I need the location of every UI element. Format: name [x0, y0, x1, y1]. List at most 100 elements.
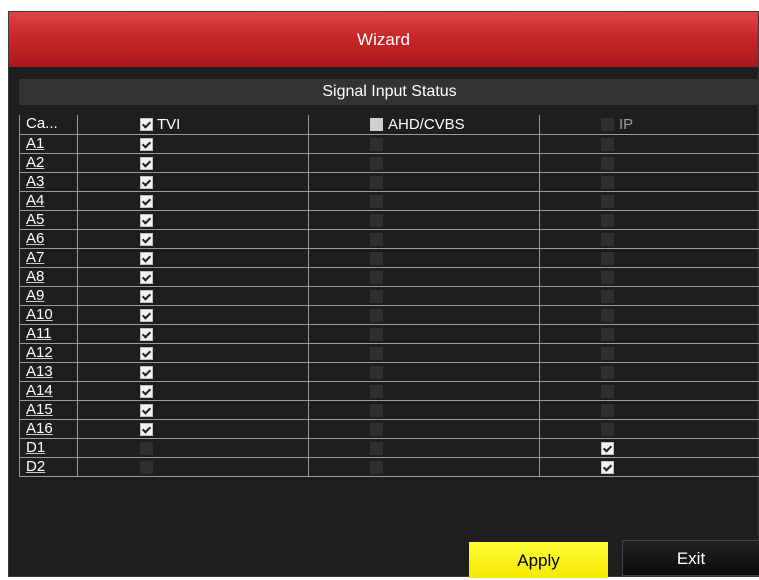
window-title: Wizard — [9, 12, 758, 67]
tvi-checkbox[interactable] — [140, 385, 153, 398]
table-row: A8 — [19, 268, 759, 287]
ip-checkbox[interactable] — [601, 157, 614, 170]
ahd-checkbox[interactable] — [370, 195, 383, 208]
ip-checkbox[interactable] — [601, 423, 614, 436]
ahd-checkbox[interactable] — [370, 404, 383, 417]
ip-cell — [539, 154, 759, 172]
tvi-cell — [77, 249, 308, 267]
table-row: A5 — [19, 211, 759, 230]
tvi-checkbox[interactable] — [140, 214, 153, 227]
section-title: Signal Input Status — [19, 79, 759, 105]
tvi-select-all-checkbox[interactable] — [140, 118, 153, 131]
ahd-checkbox[interactable] — [370, 214, 383, 227]
ahd-cell — [308, 401, 539, 419]
ahd-checkbox[interactable] — [370, 385, 383, 398]
ip-checkbox[interactable] — [601, 366, 614, 379]
ip-select-all-checkbox[interactable] — [601, 118, 614, 131]
ip-checkbox[interactable] — [601, 347, 614, 360]
ahd-checkbox[interactable] — [370, 233, 383, 246]
ip-checkbox[interactable] — [601, 138, 614, 151]
ip-checkbox[interactable] — [601, 214, 614, 227]
camera-label: A3 — [26, 173, 45, 190]
ahd-checkbox[interactable] — [370, 423, 383, 436]
tvi-checkbox[interactable] — [140, 176, 153, 189]
tvi-cell — [77, 268, 308, 286]
tvi-cell — [77, 325, 308, 343]
ip-checkbox[interactable] — [601, 233, 614, 246]
ahd-select-all-checkbox[interactable] — [370, 118, 383, 131]
tvi-cell — [77, 420, 308, 438]
ahd-checkbox[interactable] — [370, 290, 383, 303]
camera-cell: A3 — [19, 173, 77, 191]
ahd-cell — [308, 192, 539, 210]
ahd-cell — [308, 325, 539, 343]
ahd-checkbox[interactable] — [370, 157, 383, 170]
tvi-checkbox[interactable] — [140, 252, 153, 265]
tvi-checkbox[interactable] — [140, 461, 153, 474]
ahd-checkbox[interactable] — [370, 309, 383, 322]
camera-cell: A13 — [19, 363, 77, 381]
camera-label: A9 — [26, 287, 45, 304]
ip-cell — [539, 230, 759, 248]
tvi-checkbox[interactable] — [140, 138, 153, 151]
tvi-checkbox[interactable] — [140, 309, 153, 322]
ahd-cell — [308, 249, 539, 267]
tvi-checkbox[interactable] — [140, 366, 153, 379]
tvi-checkbox[interactable] — [140, 290, 153, 303]
ip-cell — [539, 325, 759, 343]
ip-checkbox[interactable] — [601, 290, 614, 303]
tvi-checkbox[interactable] — [140, 157, 153, 170]
tvi-checkbox[interactable] — [140, 423, 153, 436]
ahd-cell — [308, 173, 539, 191]
ip-checkbox[interactable] — [601, 195, 614, 208]
ip-checkbox[interactable] — [601, 271, 614, 284]
ahd-checkbox[interactable] — [370, 442, 383, 455]
ip-checkbox[interactable] — [601, 328, 614, 341]
ahd-checkbox[interactable] — [370, 271, 383, 284]
ip-checkbox[interactable] — [601, 252, 614, 265]
ahd-cell — [308, 287, 539, 305]
ahd-cell — [308, 230, 539, 248]
tvi-header-label: TVI — [157, 116, 181, 133]
camera-label: A16 — [26, 420, 53, 437]
camera-header[interactable]: Ca... — [19, 115, 77, 134]
exit-button[interactable]: Exit — [622, 540, 759, 576]
ahd-checkbox[interactable] — [370, 461, 383, 474]
ahd-cell — [308, 439, 539, 457]
camera-label: A15 — [26, 401, 53, 418]
ip-checkbox[interactable] — [601, 385, 614, 398]
ip-cell — [539, 363, 759, 381]
ip-checkbox[interactable] — [601, 176, 614, 189]
ip-cell — [539, 173, 759, 191]
tvi-checkbox[interactable] — [140, 271, 153, 284]
camera-cell: A8 — [19, 268, 77, 286]
table-row: A14 — [19, 382, 759, 401]
camera-label: A5 — [26, 211, 45, 228]
ip-cell — [539, 249, 759, 267]
ip-checkbox[interactable] — [601, 461, 614, 474]
ip-cell — [539, 287, 759, 305]
ahd-cell — [308, 154, 539, 172]
ahd-cell — [308, 268, 539, 286]
tvi-checkbox[interactable] — [140, 195, 153, 208]
camera-label: A2 — [26, 154, 45, 171]
ahd-checkbox[interactable] — [370, 328, 383, 341]
tvi-checkbox[interactable] — [140, 233, 153, 246]
ahd-checkbox[interactable] — [370, 366, 383, 379]
ip-checkbox[interactable] — [601, 309, 614, 322]
ahd-checkbox[interactable] — [370, 138, 383, 151]
apply-button[interactable]: Apply — [469, 542, 608, 578]
ahd-checkbox[interactable] — [370, 252, 383, 265]
tvi-checkbox[interactable] — [140, 404, 153, 417]
camera-label: A11 — [26, 325, 52, 342]
ip-checkbox[interactable] — [601, 404, 614, 417]
camera-label: D1 — [26, 439, 46, 456]
ip-cell — [539, 382, 759, 400]
ahd-checkbox[interactable] — [370, 347, 383, 360]
tvi-checkbox[interactable] — [140, 328, 153, 341]
ip-cell — [539, 135, 759, 153]
tvi-checkbox[interactable] — [140, 347, 153, 360]
ip-checkbox[interactable] — [601, 442, 614, 455]
tvi-checkbox[interactable] — [140, 442, 153, 455]
ahd-checkbox[interactable] — [370, 176, 383, 189]
